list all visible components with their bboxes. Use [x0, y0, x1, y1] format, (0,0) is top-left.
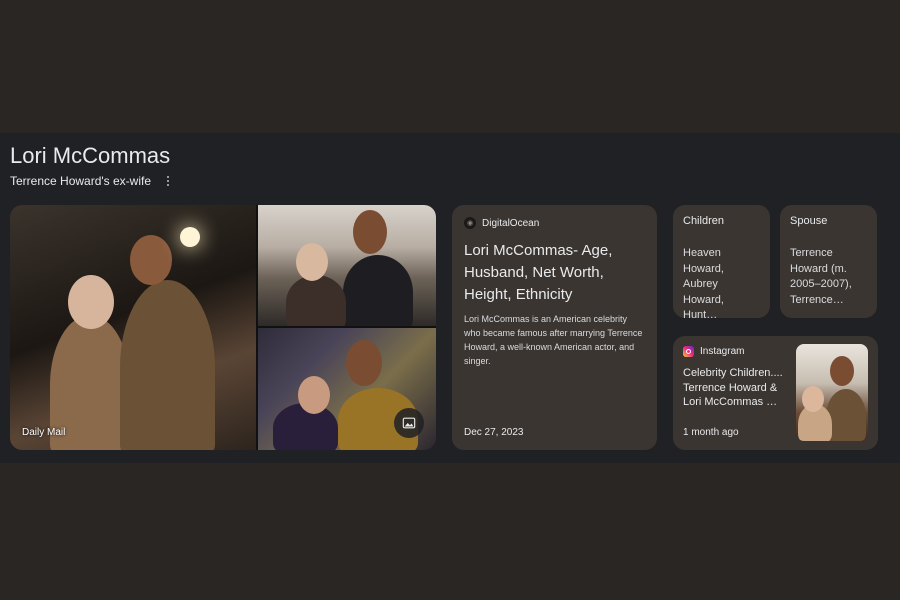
thumb-figure-woman-head — [802, 386, 824, 412]
entity-title: Lori McCommas — [10, 143, 171, 168]
article-card[interactable]: ◉ DigitalOcean Lori McCommas- Age, Husba… — [452, 205, 657, 450]
entity-subtitle-row: Terrence Howard's ex-wife — [10, 174, 175, 188]
article-source: DigitalOcean — [482, 217, 540, 229]
main-photo[interactable]: Daily Mail — [10, 205, 256, 450]
instagram-thumbnail[interactable] — [796, 344, 868, 441]
children-card[interactable]: Children Heaven Howard, Aubrey Howard, H… — [673, 205, 770, 321]
spouse-label: Spouse — [790, 215, 828, 227]
view-images-button[interactable] — [394, 408, 424, 438]
figure-man-head — [130, 235, 172, 285]
instagram-title[interactable]: Celebrity Children.... Terrence Howard &… — [683, 366, 787, 410]
instagram-icon — [683, 346, 694, 357]
more-vert-icon[interactable] — [161, 174, 175, 188]
figure-man-tux-head — [353, 210, 387, 254]
thumb-figure-man — [826, 389, 866, 441]
article-description: Lori McCommas is an American celebrity w… — [464, 314, 643, 366]
figure-man-tux — [343, 255, 413, 326]
article-date: Dec 27, 2023 — [464, 427, 524, 438]
instagram-time: 1 month ago — [683, 427, 739, 438]
knowledge-panel: Lori McCommas Terrence Howard's ex-wife … — [0, 133, 900, 463]
bottom-right-photo[interactable] — [258, 328, 436, 450]
children-value: Heaven Howard, Aubrey Howard, Hunt… — [683, 247, 724, 321]
article-source-row: ◉ DigitalOcean — [464, 217, 645, 229]
image-icon — [402, 417, 416, 429]
figure-man-gold-head — [346, 340, 382, 386]
figure-woman-3-head — [298, 376, 330, 414]
light-glow — [180, 227, 200, 247]
children-label: Children — [683, 215, 724, 227]
figure-man — [120, 280, 215, 450]
top-right-photo[interactable] — [258, 205, 436, 326]
figure-woman-2 — [286, 275, 346, 326]
figure-woman-2-head — [296, 243, 328, 281]
article-title[interactable]: Lori McCommas- Age, Husband, Net Worth, … — [464, 240, 645, 306]
instagram-card[interactable]: Instagram Celebrity Children.... Terrenc… — [673, 336, 878, 450]
image-collage[interactable]: Daily Mail — [10, 205, 436, 450]
entity-subtitle: Terrence Howard's ex-wife — [10, 174, 152, 188]
figure-woman-head — [68, 275, 114, 329]
spouse-value: Terrence Howard (m. 2005–2007), Terrence… — [790, 247, 852, 306]
instagram-source: Instagram — [700, 346, 745, 357]
spouse-card[interactable]: Spouse Terrence Howard (m. 2005–2007), T… — [780, 205, 877, 318]
thumb-figure-man-head — [830, 356, 854, 386]
image-source-label: Daily Mail — [22, 427, 66, 438]
digitalocean-favicon-icon: ◉ — [464, 217, 476, 229]
